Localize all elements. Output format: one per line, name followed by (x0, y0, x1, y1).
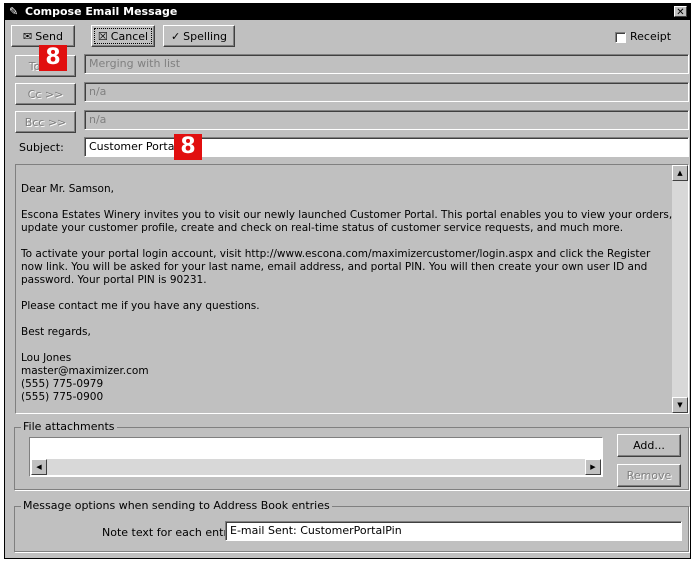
title-bar: ✎ Compose Email Message ✕ (5, 4, 690, 20)
note-text-label: Note text for each entry: (102, 526, 238, 539)
message-paragraph-2: To activate your portal login account, v… (21, 248, 651, 286)
message-options-group: Message options when sending to Address … (14, 499, 689, 552)
cancel-icon: ☒ (97, 29, 108, 43)
bcc-button-label: Bcc >> (24, 115, 67, 129)
scroll-down-arrow-icon[interactable]: ▼ (672, 397, 688, 413)
step-badge-send: 8 (39, 45, 67, 71)
send-label: Send (35, 29, 63, 43)
close-button[interactable]: ✕ (674, 6, 687, 18)
file-attachments-group: File attachments ◀ ▶ Add... Remove (14, 420, 689, 490)
compose-email-window: ✎ Compose Email Message ✕ ✉ Send ☒ Cance… (4, 3, 691, 559)
to-field[interactable]: Merging with list (84, 54, 689, 74)
scroll-up-arrow-icon[interactable]: ▲ (672, 165, 688, 181)
subject-label: Subject: (19, 141, 64, 154)
bcc-field[interactable]: n/a (84, 110, 689, 130)
send-button[interactable]: ✉ Send (11, 25, 75, 47)
message-paragraph-1: Escona Estates Winery invites you to vis… (21, 209, 673, 234)
send-icon: ✉ (23, 29, 33, 43)
message-closing: Best regards, (21, 326, 91, 338)
message-paragraph-3: Please contact me if you have any questi… (21, 300, 260, 312)
remove-label: Remove (626, 469, 672, 482)
message-greeting: Dear Mr. Samson, (21, 183, 114, 195)
note-text-field[interactable]: E-mail Sent: CustomerPortalPin (225, 521, 682, 541)
message-options-legend: Message options when sending to Address … (21, 499, 332, 512)
cc-button-label: Cc >> (27, 87, 64, 101)
message-text: Dear Mr. Samson, Escona Estates Winery i… (21, 183, 673, 404)
signature-phone-1: (555) 775-0979 (21, 378, 104, 390)
spelling-label: Spelling (183, 29, 228, 43)
attachments-horizontal-scrollbar[interactable]: ◀ ▶ (31, 459, 601, 475)
bcc-button[interactable]: Bcc >> (15, 111, 76, 133)
cc-button[interactable]: Cc >> (15, 83, 76, 105)
window-title: Compose Email Message (25, 5, 178, 18)
message-body[interactable]: Dear Mr. Samson, Escona Estates Winery i… (15, 164, 689, 414)
spelling-icon: ✓ (170, 29, 181, 43)
remove-attachment-button[interactable]: Remove (617, 464, 681, 487)
compose-icon: ✎ (9, 5, 19, 18)
scroll-right-arrow-icon[interactable]: ▶ (585, 459, 601, 475)
cc-field[interactable]: n/a (84, 82, 689, 102)
receipt-checkbox[interactable] (615, 32, 626, 43)
signature-email: master@maximizer.com (21, 365, 149, 377)
spelling-button[interactable]: ✓ Spelling (163, 25, 235, 47)
step-badge-subject: 8 (174, 134, 202, 160)
attachments-list[interactable]: ◀ ▶ (29, 437, 603, 477)
add-label: Add... (633, 439, 665, 452)
receipt-label: Receipt (630, 30, 672, 43)
add-attachment-button[interactable]: Add... (617, 434, 681, 457)
cancel-button[interactable]: ☒ Cancel (91, 25, 155, 47)
cancel-label: Cancel (110, 29, 149, 43)
message-vertical-scrollbar[interactable]: ▲ ▼ (672, 165, 688, 413)
file-attachments-legend: File attachments (21, 420, 117, 433)
signature-phone-2: (555) 775-0900 (21, 391, 104, 403)
scroll-left-arrow-icon[interactable]: ◀ (31, 459, 47, 475)
signature-name: Lou Jones (21, 352, 72, 364)
